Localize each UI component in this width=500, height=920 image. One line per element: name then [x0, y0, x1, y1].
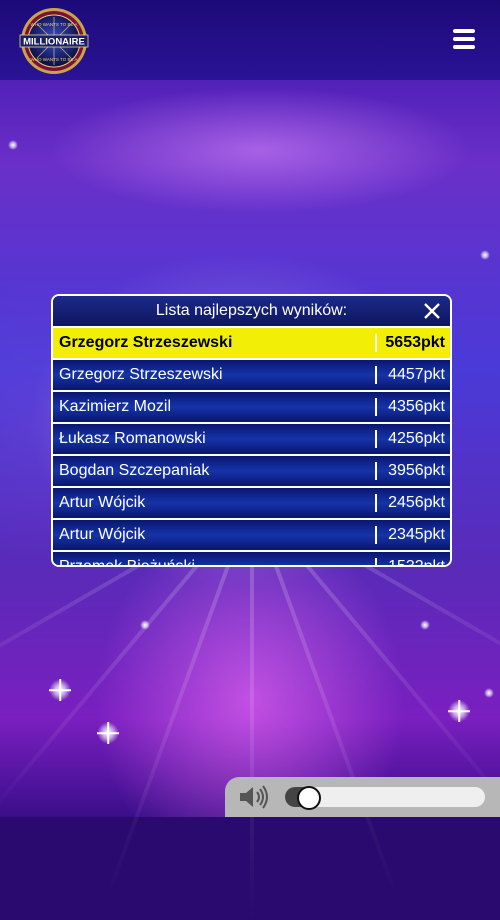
- leaderboard-row: Kazimierz Mozil 4356pkt: [53, 390, 450, 422]
- player-name: Bogdan Szczepaniak: [59, 462, 210, 479]
- player-score: 5653pkt: [385, 334, 445, 351]
- star-sparkle: [484, 688, 494, 698]
- leaderboard-list: Grzegorz Strzeszewski 5653pkt Grzegorz Str…: [53, 326, 450, 567]
- player-score: 4256pkt: [388, 430, 445, 447]
- player-score: 2345pkt: [388, 526, 445, 543]
- leaderboard-row: Artur Wójcik 2345pkt: [53, 518, 450, 550]
- star-sparkle: [49, 679, 71, 701]
- logo-ring-text-bottom: WHO WANTS TO BE A: [31, 57, 78, 62]
- leaderboard-dialog: Lista najlepszych wyników: Grzegorz Strz…: [51, 294, 452, 567]
- leaderboard-row: Artur Wójcik 2456pkt: [53, 486, 450, 518]
- top-bar: MILLIONAIRE WHO WANTS TO BE A WHO WANTS …: [0, 0, 500, 80]
- leaderboard-row: Bogdan Szczepaniak 3956pkt: [53, 454, 450, 486]
- star-sparkle: [140, 620, 150, 630]
- player-name: Grzegorz Strzeszewski: [59, 366, 223, 383]
- player-name: Grzegorz Strzeszewski: [59, 334, 233, 351]
- player-score: 2456pkt: [388, 494, 445, 511]
- leaderboard-row: Łukasz Romanowski 4256pkt: [53, 422, 450, 454]
- column-divider: [375, 462, 377, 480]
- leaderboard-row: Grzegorz Strzeszewski 5653pkt: [53, 326, 450, 358]
- sound-panel: [225, 777, 500, 817]
- star-sparkle: [8, 140, 18, 150]
- hamburger-menu-icon[interactable]: [451, 27, 479, 51]
- player-name: Łukasz Romanowski: [59, 430, 206, 447]
- column-divider: [375, 398, 377, 416]
- player-name: Artur Wójcik: [59, 494, 146, 511]
- player-score: 4457pkt: [388, 366, 445, 383]
- millionaire-logo[interactable]: MILLIONAIRE WHO WANTS TO BE A WHO WANTS …: [16, 6, 92, 76]
- star-sparkle: [97, 722, 119, 744]
- leaderboard-row: Grzegorz Strzeszewski 4457pkt: [53, 358, 450, 390]
- column-divider: [375, 430, 377, 448]
- star-sparkle: [448, 700, 470, 722]
- column-divider: [375, 366, 377, 384]
- column-divider: [375, 558, 377, 565]
- player-score: 3956pkt: [388, 462, 445, 479]
- player-score: 4356pkt: [388, 398, 445, 415]
- column-divider: [375, 526, 377, 544]
- star-sparkle: [420, 620, 430, 630]
- close-icon[interactable]: [422, 301, 442, 321]
- volume-slider[interactable]: [285, 786, 485, 810]
- star-sparkle: [480, 250, 490, 260]
- column-divider: [375, 334, 377, 352]
- player-score: 1532pkt: [388, 558, 445, 567]
- player-name: Przemek Bieżuński: [59, 558, 196, 567]
- leaderboard-header: Lista najlepszych wyników:: [53, 296, 450, 326]
- logo-text: MILLIONAIRE: [23, 37, 85, 48]
- logo-ring-text: WHO WANTS TO BE A: [31, 22, 78, 27]
- speaker-icon[interactable]: [238, 784, 272, 810]
- leaderboard-title: Lista najlepszych wyników:: [155, 302, 348, 319]
- player-name: Kazimierz Mozil: [59, 398, 172, 415]
- volume-slider-knob[interactable]: [297, 786, 321, 810]
- leaderboard-row: Przemek Bieżuński 1532pkt: [53, 550, 450, 567]
- column-divider: [375, 494, 377, 512]
- player-name: Artur Wójcik: [59, 526, 146, 543]
